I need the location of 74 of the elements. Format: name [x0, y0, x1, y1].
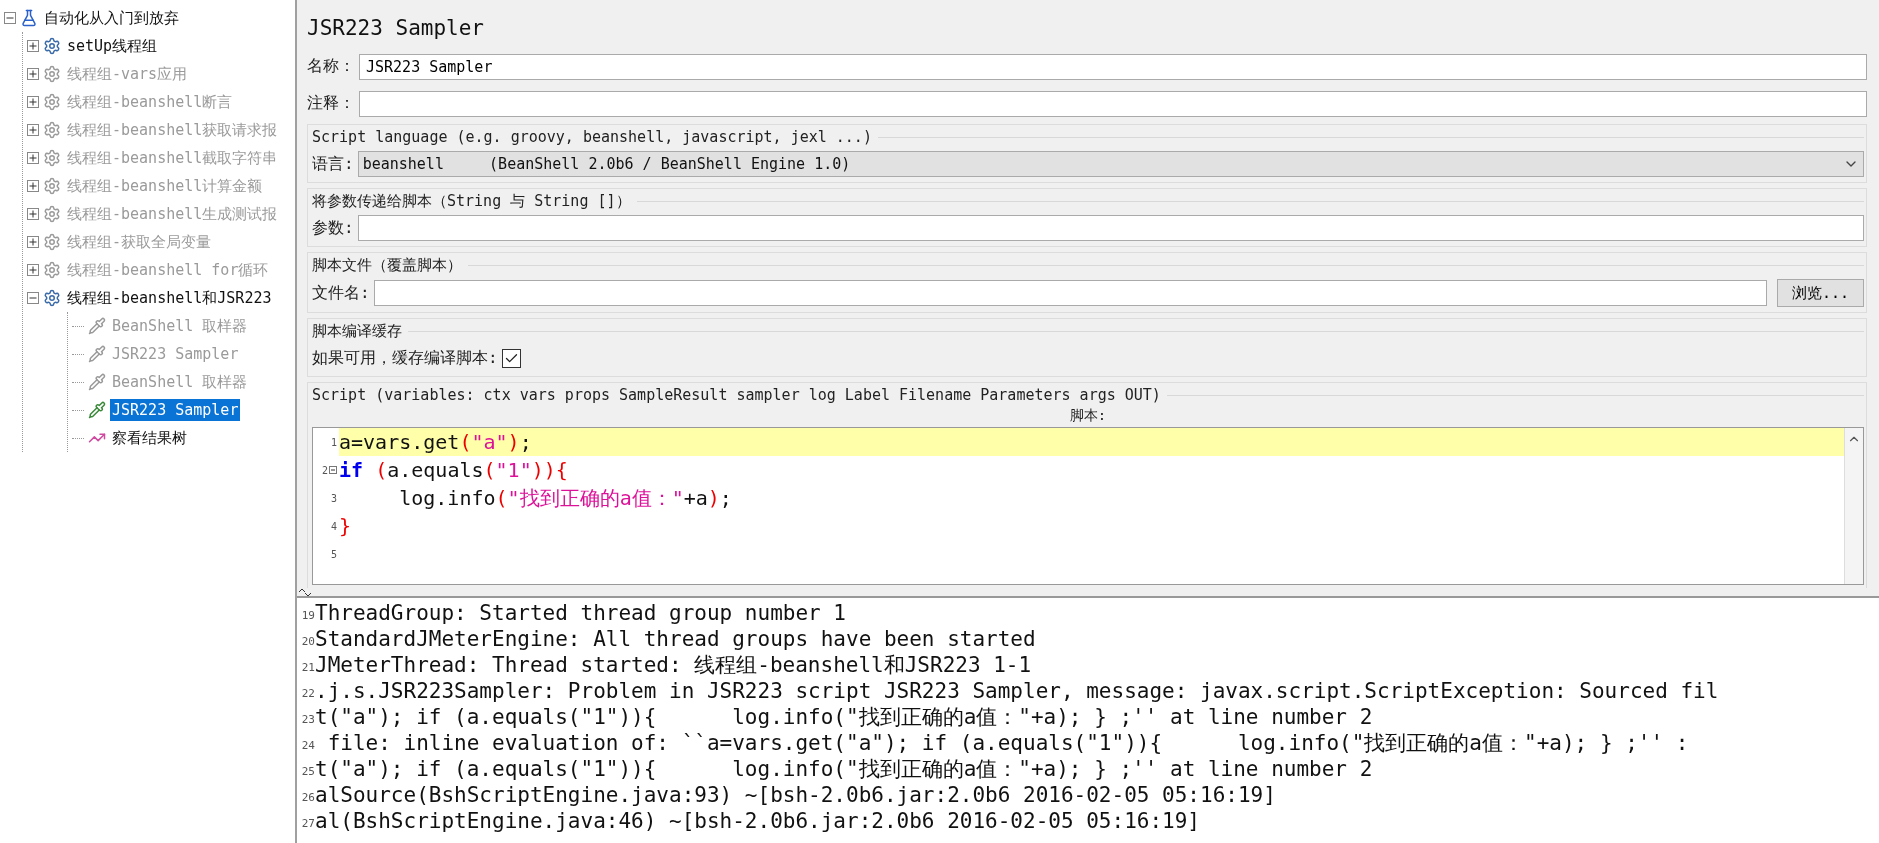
- dropper-icon: [88, 401, 106, 419]
- group-title: 将参数传递给脚本（String 与 String []）: [312, 191, 631, 211]
- tree-item[interactable]: 自动化从入门到放弃: [42, 6, 181, 30]
- group-title: Script (variables: ctx vars props SampleResult sampler log Label Filename Parameters args OUT): [312, 386, 1161, 404]
- line-number: 22: [300, 687, 315, 702]
- dropper-icon: [88, 345, 106, 363]
- gear-icon: [43, 289, 61, 307]
- checkbox-label: 如果可用，缓存编译脚本:: [312, 347, 498, 369]
- language-dropdown[interactable]: beanshell (BeanShell 2.0b6 / BeanShell Engine 1.0): [357, 151, 1864, 177]
- parameters-field[interactable]: [357, 215, 1864, 241]
- line-number: 3: [330, 492, 337, 504]
- tree-item[interactable]: 线程组-beanshell和JSR223: [65, 286, 274, 310]
- gear-icon: [43, 121, 61, 139]
- log-line: JMeterThread: Thread started: 线程组-beanshell和JSR223 1-1: [315, 653, 1032, 678]
- line-number: 19: [300, 609, 315, 624]
- splitter-arrows-icon[interactable]: [299, 588, 311, 596]
- code-editor[interactable]: 1 2 3 4 5 a=vars.get("a"); if (a.equals("1")){ log.info("找到正确的a值："+a); }: [312, 427, 1864, 585]
- code-line: if (a.equals("1")){: [339, 458, 568, 482]
- code-line: log.info("找到正确的a值："+a);: [398, 484, 732, 512]
- browse-button[interactable]: 浏览...: [1776, 279, 1864, 307]
- field-label: 参数:: [312, 217, 354, 239]
- group-title: Script language (e.g. groovy, beanshell, javascript, jexl ...): [312, 128, 872, 146]
- group-title: 脚本编译缓存: [312, 321, 402, 341]
- name-field[interactable]: JSR223 Sampler: [359, 53, 1867, 80]
- comment-field[interactable]: [359, 90, 1867, 117]
- tree-item[interactable]: JSR223 Sampler: [110, 399, 241, 421]
- line-number: 2: [321, 464, 328, 476]
- line-number: 27: [300, 817, 315, 832]
- log-line: .j.s.JSR223Sampler: Problem in JSR223 script JSR223 Sampler, message: javax.script.ScriptException: Sourced fil: [315, 679, 1719, 704]
- collapse-toggle[interactable]: [27, 292, 39, 304]
- filename-field[interactable]: [373, 280, 1767, 306]
- field-label: 文件名:: [312, 282, 370, 304]
- group-title: 脚本文件（覆盖脚本）: [312, 255, 462, 275]
- line-number: 25: [300, 765, 315, 780]
- gear-icon: [43, 233, 61, 251]
- code-line: }: [339, 514, 352, 538]
- line-number: 20: [300, 635, 315, 650]
- expand-toggle[interactable]: [27, 40, 39, 52]
- gear-icon: [43, 205, 61, 223]
- gear-icon: [43, 65, 61, 83]
- log-line: al(BshScriptEngine.java:46) ~[bsh-2.0b6.jar:2.0b6 2016-02-05 05:16:19]: [315, 809, 1200, 834]
- gear-icon: [43, 261, 61, 279]
- gear-icon: [43, 37, 61, 55]
- gear-icon: [43, 177, 61, 195]
- dropper-icon: [88, 317, 106, 335]
- code-line: a=vars.get("a");: [339, 430, 532, 454]
- gear-icon: [43, 93, 61, 111]
- scrollbar[interactable]: [1844, 428, 1863, 584]
- log-line: t("a"); if (a.equals("1")){ log.info("找到正确的a值："+a); } ;'' at line number 2: [315, 757, 1373, 782]
- line-number: 24: [300, 739, 315, 754]
- dropper-icon: [88, 373, 106, 391]
- tree-item[interactable]: 察看结果树: [110, 426, 189, 450]
- field-label: 注释：: [307, 93, 355, 114]
- field-label: 名称：: [307, 56, 355, 77]
- fold-icon[interactable]: [329, 466, 337, 474]
- field-label: 语言:: [312, 153, 354, 175]
- tree-item[interactable]: setUp线程组: [65, 34, 160, 58]
- line-number: 1: [330, 436, 337, 448]
- line-number: 26: [300, 791, 315, 806]
- line-number: 21: [300, 661, 315, 676]
- log-line: t("a"); if (a.equals("1")){ log.info("找到正确的a值："+a); } ;'' at line number 2: [315, 705, 1373, 730]
- gear-icon: [43, 149, 61, 167]
- panel-title: JSR223 Sampler: [307, 15, 485, 42]
- log-line: alSource(BshScriptEngine.java:93) ~[bsh-2.0b6.jar:2.0b6 2016-02-05 05:16:19]: [315, 783, 1276, 808]
- collapse-toggle[interactable]: [4, 12, 16, 24]
- flask-icon: [20, 9, 38, 27]
- editor-label: 脚本:: [1069, 407, 1107, 425]
- line-number: 4: [330, 520, 337, 532]
- line-number: 5: [330, 548, 337, 560]
- cache-checkbox[interactable]: [501, 348, 521, 368]
- log-line: ThreadGroup: Started thread group number 1: [315, 601, 846, 626]
- line-number: 23: [300, 713, 315, 728]
- log-line: StandardJMeterEngine: All thread groups have been started: [315, 627, 1036, 652]
- log-line: file: inline evaluation of: ``a=vars.get("a"); if (a.equals("1")){ log.info("找到正确的a值："+a); } ;'' :: [326, 731, 1689, 756]
